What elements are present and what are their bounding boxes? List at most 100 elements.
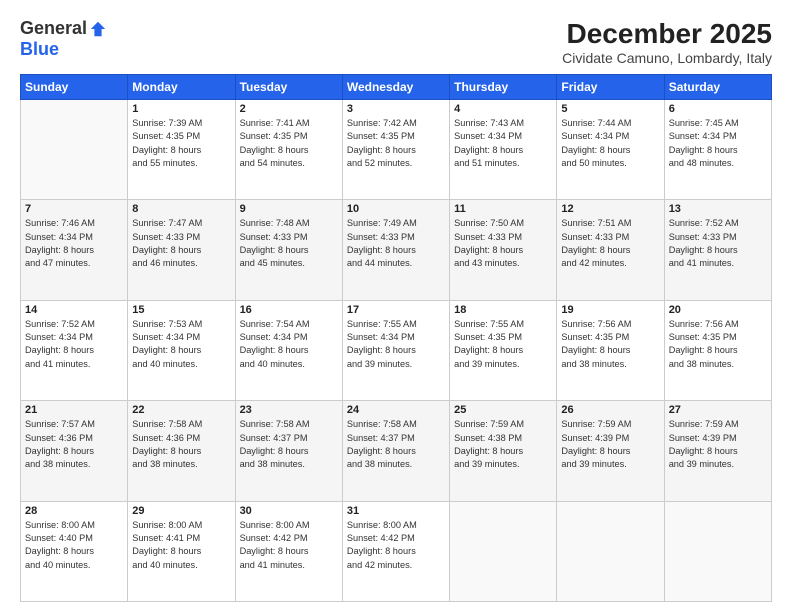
table-row: 1 Sunrise: 7:39 AM Sunset: 4:35 PM Daylig… bbox=[128, 100, 235, 200]
day-number: 22 bbox=[132, 404, 230, 416]
day-number: 11 bbox=[454, 203, 552, 215]
day-number: 31 bbox=[347, 505, 445, 517]
calendar-week-row: 21 Sunrise: 7:57 AM Sunset: 4:36 PM Dayli… bbox=[21, 401, 772, 501]
table-row: 22Sunrise: 7:58 AM Sunset: 4:36 PM Dayli… bbox=[128, 401, 235, 501]
header-row: Sunday Monday Tuesday Wednesday Thursday… bbox=[21, 75, 772, 100]
table-row: 24Sunrise: 7:58 AM Sunset: 4:37 PM Dayli… bbox=[342, 401, 449, 501]
day-number: 30 bbox=[240, 505, 338, 517]
day-info: Sunrise: 7:50 AM Sunset: 4:33 PM Dayligh… bbox=[454, 217, 552, 270]
day-number: 20 bbox=[669, 304, 767, 316]
day-number: 5 bbox=[561, 103, 659, 115]
day-number: 12 bbox=[561, 203, 659, 215]
table-row bbox=[664, 501, 771, 601]
day-info: Sunrise: 7:55 AM Sunset: 4:34 PM Dayligh… bbox=[347, 318, 445, 371]
col-saturday: Saturday bbox=[664, 75, 771, 100]
day-info: Sunrise: 7:55 AM Sunset: 4:35 PM Dayligh… bbox=[454, 318, 552, 371]
day-info: Sunrise: 8:00 AM Sunset: 4:42 PM Dayligh… bbox=[240, 519, 338, 572]
day-info: Sunrise: 8:00 AM Sunset: 4:42 PM Dayligh… bbox=[347, 519, 445, 572]
col-tuesday: Tuesday bbox=[235, 75, 342, 100]
day-number: 29 bbox=[132, 505, 230, 517]
day-number: 25 bbox=[454, 404, 552, 416]
day-number: 28 bbox=[25, 505, 123, 517]
day-info: Sunrise: 8:00 AM Sunset: 4:40 PM Dayligh… bbox=[25, 519, 123, 572]
table-row: 27Sunrise: 7:59 AM Sunset: 4:39 PM Dayli… bbox=[664, 401, 771, 501]
day-info: Sunrise: 7:57 AM Sunset: 4:36 PM Dayligh… bbox=[25, 418, 123, 471]
day-info: Sunrise: 7:58 AM Sunset: 4:37 PM Dayligh… bbox=[240, 418, 338, 471]
table-row: 31 Sunrise: 8:00 AM Sunset: 4:42 PM Dayli… bbox=[342, 501, 449, 601]
day-info: Sunrise: 7:48 AM Sunset: 4:33 PM Dayligh… bbox=[240, 217, 338, 270]
day-number: 21 bbox=[25, 404, 123, 416]
table-row: 25 Sunrise: 7:59 AM Sunset: 4:38 PM Dayli… bbox=[450, 401, 557, 501]
table-row: 18 Sunrise: 7:55 AM Sunset: 4:35 PM Dayli… bbox=[450, 300, 557, 400]
day-info: Sunrise: 7:39 AM Sunset: 4:35 PM Dayligh… bbox=[132, 117, 230, 170]
logo-icon bbox=[89, 20, 107, 38]
day-number: 15 bbox=[132, 304, 230, 316]
day-info: Sunrise: 7:59 AM Sunset: 4:39 PM Dayligh… bbox=[561, 418, 659, 471]
table-row bbox=[21, 100, 128, 200]
table-row: 16 Sunrise: 7:54 AM Sunset: 4:34 PM Dayli… bbox=[235, 300, 342, 400]
col-monday: Monday bbox=[128, 75, 235, 100]
day-info: Sunrise: 7:51 AM Sunset: 4:33 PM Dayligh… bbox=[561, 217, 659, 270]
day-number: 3 bbox=[347, 103, 445, 115]
day-number: 6 bbox=[669, 103, 767, 115]
day-info: Sunrise: 7:56 AM Sunset: 4:35 PM Dayligh… bbox=[669, 318, 767, 371]
table-row: 10Sunrise: 7:49 AM Sunset: 4:33 PM Dayli… bbox=[342, 200, 449, 300]
day-number: 2 bbox=[240, 103, 338, 115]
table-row: 30 Sunrise: 8:00 AM Sunset: 4:42 PM Dayli… bbox=[235, 501, 342, 601]
table-row: 17 Sunrise: 7:55 AM Sunset: 4:34 PM Dayli… bbox=[342, 300, 449, 400]
col-wednesday: Wednesday bbox=[342, 75, 449, 100]
day-info: Sunrise: 7:41 AM Sunset: 4:35 PM Dayligh… bbox=[240, 117, 338, 170]
table-row: 12 Sunrise: 7:51 AM Sunset: 4:33 PM Dayli… bbox=[557, 200, 664, 300]
page: General Blue December 2025 Cividate Camu… bbox=[0, 0, 792, 612]
day-info: Sunrise: 7:53 AM Sunset: 4:34 PM Dayligh… bbox=[132, 318, 230, 371]
table-row: 7Sunrise: 7:46 AM Sunset: 4:34 PM Daylig… bbox=[21, 200, 128, 300]
table-row: 15 Sunrise: 7:53 AM Sunset: 4:34 PM Dayli… bbox=[128, 300, 235, 400]
table-row: 28 Sunrise: 8:00 AM Sunset: 4:40 PM Dayli… bbox=[21, 501, 128, 601]
table-row: 21 Sunrise: 7:57 AM Sunset: 4:36 PM Dayli… bbox=[21, 401, 128, 501]
day-info: Sunrise: 7:52 AM Sunset: 4:34 PM Dayligh… bbox=[25, 318, 123, 371]
calendar-week-row: 7Sunrise: 7:46 AM Sunset: 4:34 PM Daylig… bbox=[21, 200, 772, 300]
day-number: 24 bbox=[347, 404, 445, 416]
day-number: 23 bbox=[240, 404, 338, 416]
location: Cividate Camuno, Lombardy, Italy bbox=[562, 50, 772, 66]
day-info: Sunrise: 7:52 AM Sunset: 4:33 PM Dayligh… bbox=[669, 217, 767, 270]
day-number: 10 bbox=[347, 203, 445, 215]
table-row bbox=[450, 501, 557, 601]
table-row: 20 Sunrise: 7:56 AM Sunset: 4:35 PM Dayli… bbox=[664, 300, 771, 400]
calendar-week-row: 28 Sunrise: 8:00 AM Sunset: 4:40 PM Dayli… bbox=[21, 501, 772, 601]
table-row: 14Sunrise: 7:52 AM Sunset: 4:34 PM Dayli… bbox=[21, 300, 128, 400]
table-row: 4Sunrise: 7:43 AM Sunset: 4:34 PM Daylig… bbox=[450, 100, 557, 200]
col-sunday: Sunday bbox=[21, 75, 128, 100]
table-row: 5 Sunrise: 7:44 AM Sunset: 4:34 PM Daylig… bbox=[557, 100, 664, 200]
month-title: December 2025 bbox=[562, 18, 772, 50]
calendar-week-row: 14Sunrise: 7:52 AM Sunset: 4:34 PM Dayli… bbox=[21, 300, 772, 400]
day-number: 1 bbox=[132, 103, 230, 115]
day-number: 9 bbox=[240, 203, 338, 215]
day-number: 17 bbox=[347, 304, 445, 316]
day-number: 16 bbox=[240, 304, 338, 316]
table-row: 3 Sunrise: 7:42 AM Sunset: 4:35 PM Daylig… bbox=[342, 100, 449, 200]
day-number: 19 bbox=[561, 304, 659, 316]
day-number: 8 bbox=[132, 203, 230, 215]
day-info: Sunrise: 7:54 AM Sunset: 4:34 PM Dayligh… bbox=[240, 318, 338, 371]
day-info: Sunrise: 7:43 AM Sunset: 4:34 PM Dayligh… bbox=[454, 117, 552, 170]
day-number: 26 bbox=[561, 404, 659, 416]
table-row: 26 Sunrise: 7:59 AM Sunset: 4:39 PM Dayli… bbox=[557, 401, 664, 501]
day-info: Sunrise: 7:45 AM Sunset: 4:34 PM Dayligh… bbox=[669, 117, 767, 170]
day-info: Sunrise: 7:44 AM Sunset: 4:34 PM Dayligh… bbox=[561, 117, 659, 170]
day-info: Sunrise: 8:00 AM Sunset: 4:41 PM Dayligh… bbox=[132, 519, 230, 572]
table-row: 2 Sunrise: 7:41 AM Sunset: 4:35 PM Daylig… bbox=[235, 100, 342, 200]
day-info: Sunrise: 7:59 AM Sunset: 4:38 PM Dayligh… bbox=[454, 418, 552, 471]
calendar-table: Sunday Monday Tuesday Wednesday Thursday… bbox=[20, 74, 772, 602]
logo-blue-text: Blue bbox=[20, 39, 59, 60]
table-row: 9 Sunrise: 7:48 AM Sunset: 4:33 PM Daylig… bbox=[235, 200, 342, 300]
table-row: 29 Sunrise: 8:00 AM Sunset: 4:41 PM Dayli… bbox=[128, 501, 235, 601]
header: General Blue December 2025 Cividate Camu… bbox=[20, 18, 772, 66]
logo-general-text: General bbox=[20, 18, 87, 39]
day-number: 18 bbox=[454, 304, 552, 316]
day-info: Sunrise: 7:59 AM Sunset: 4:39 PM Dayligh… bbox=[669, 418, 767, 471]
table-row bbox=[557, 501, 664, 601]
table-row: 6 Sunrise: 7:45 AM Sunset: 4:34 PM Daylig… bbox=[664, 100, 771, 200]
day-info: Sunrise: 7:42 AM Sunset: 4:35 PM Dayligh… bbox=[347, 117, 445, 170]
col-friday: Friday bbox=[557, 75, 664, 100]
